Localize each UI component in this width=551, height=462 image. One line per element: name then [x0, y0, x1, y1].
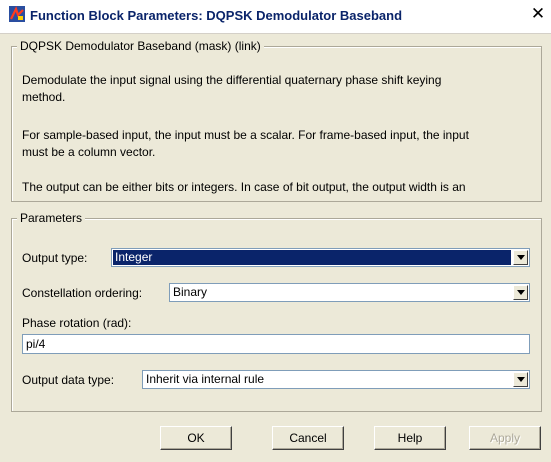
- description-line: must be a column vector.: [22, 145, 156, 159]
- chevron-down-icon[interactable]: [513, 285, 528, 300]
- constellation-ordering-label: Constellation ordering:: [22, 286, 143, 300]
- description-legend: DQPSK Demodulator Baseband (mask) (link): [17, 39, 264, 53]
- window-title: Function Block Parameters: DQPSK Demodul…: [30, 8, 403, 23]
- output-type-label: Output type:: [22, 251, 88, 265]
- output-type-select[interactable]: Integer: [111, 248, 530, 267]
- simulink-block-icon: [9, 6, 25, 22]
- chevron-down-icon[interactable]: [513, 250, 528, 265]
- phase-rotation-field[interactable]: pi/4: [22, 334, 530, 354]
- description-line: Demodulate the input signal using the di…: [22, 73, 442, 87]
- help-button[interactable]: Help: [374, 426, 446, 450]
- ok-button[interactable]: OK: [160, 426, 232, 450]
- description-line: For sample-based input, the input must b…: [22, 128, 469, 142]
- apply-button[interactable]: Apply: [469, 426, 541, 450]
- phase-rotation-label: Phase rotation (rad):: [22, 316, 132, 330]
- parameters-legend: Parameters: [17, 211, 86, 225]
- close-icon[interactable]: ✕: [528, 4, 548, 24]
- title-bar[interactable]: Function Block Parameters: DQPSK Demodul…: [0, 0, 551, 34]
- description-line: The output can be either bits or integer…: [22, 180, 466, 194]
- output-type-value: Integer: [113, 250, 511, 265]
- constellation-ordering-value: Binary: [173, 285, 208, 299]
- title-divider: [0, 33, 551, 34]
- chevron-down-icon[interactable]: [513, 372, 528, 387]
- constellation-ordering-select[interactable]: Binary: [169, 283, 530, 302]
- output-data-type-label: Output data type:: [22, 373, 115, 387]
- cancel-button[interactable]: Cancel: [272, 426, 344, 450]
- output-data-type-select[interactable]: Inherit via internal rule: [142, 370, 530, 389]
- description-line: method.: [22, 90, 66, 104]
- dialog-window: Function Block Parameters: DQPSK Demodul…: [0, 0, 551, 462]
- output-data-type-value: Inherit via internal rule: [146, 372, 265, 386]
